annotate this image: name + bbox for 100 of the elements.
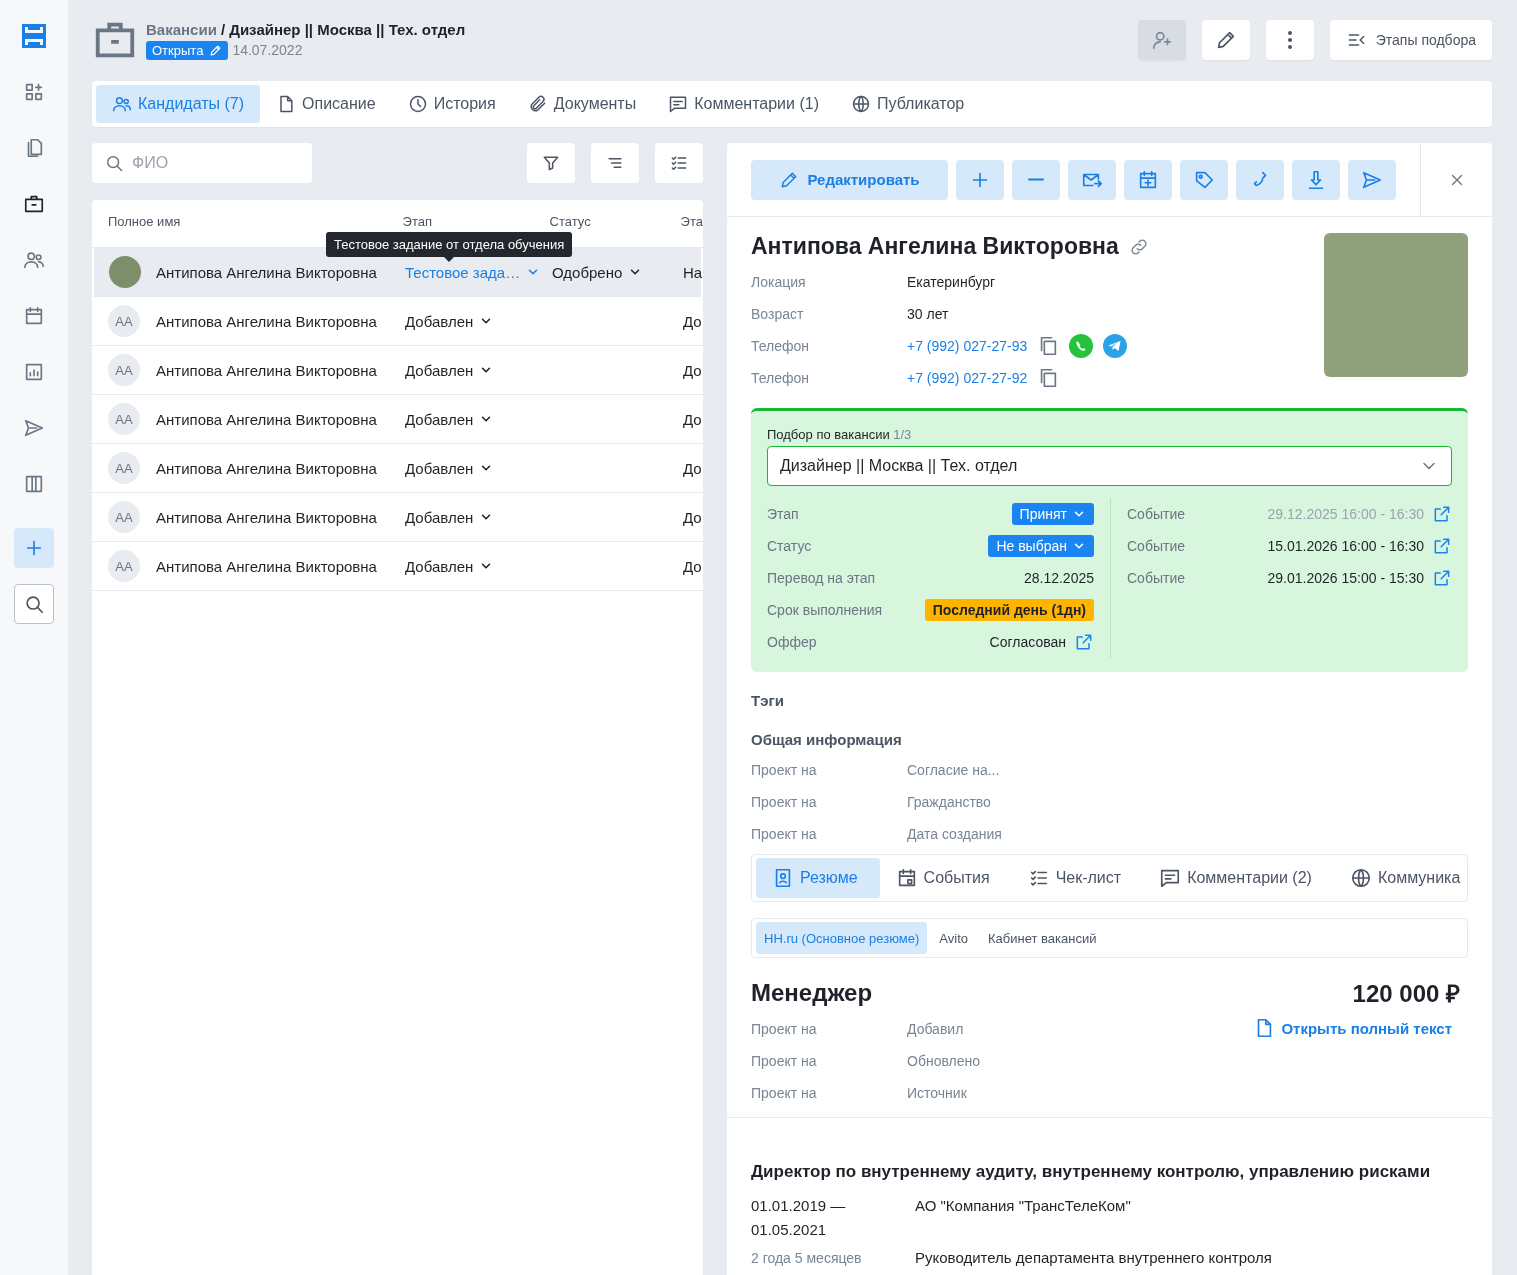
messenger-icon[interactable]	[1069, 334, 1094, 358]
job-duration: 2 года 5 месяцев	[751, 1249, 863, 1268]
person-plus-icon	[1150, 29, 1173, 51]
tab[interactable]: Комментарии (2)	[1143, 858, 1334, 898]
stage-dropdown[interactable]: Добавлен	[405, 312, 494, 330]
stage-dropdown[interactable]: Добавлен	[405, 361, 494, 379]
event-time: 29.12.2025 16:00 - 16:30	[1267, 506, 1424, 522]
tab[interactable]: Коммуника	[1333, 858, 1467, 898]
info-value: Согласие на...	[907, 762, 1000, 778]
table-cell: До	[683, 312, 702, 330]
chat-icon	[668, 94, 689, 114]
chat-icon	[1159, 867, 1182, 889]
table-row[interactable]: АА Антипова Ангелина Викторовна Добавлен До	[92, 493, 703, 542]
source-tab[interactable]: Кабинет вакансий	[980, 922, 1105, 954]
table-row[interactable]: АА Антипова Ангелина Викторовна Добавлен До	[92, 395, 703, 444]
more-icon	[1287, 31, 1292, 49]
send-button[interactable]	[1348, 159, 1396, 200]
tab[interactable]: Описание	[260, 85, 392, 123]
section-title: Тэги	[751, 692, 785, 709]
table-cell: До	[683, 508, 702, 526]
plus-button[interactable]	[956, 159, 1004, 200]
event-time: 29.01.2026 15:00 - 15:30	[1267, 570, 1424, 586]
search-button[interactable]	[14, 584, 54, 624]
paper-plane-icon[interactable]	[1103, 334, 1128, 358]
avatar-initials: АА	[108, 452, 140, 484]
stage-dropdown[interactable]: Добавлен	[405, 410, 494, 428]
source-tab[interactable]: Avito	[931, 922, 976, 954]
search-field[interactable]: ФИО	[92, 143, 312, 183]
vacancy-title: / Дизайнер || Москва || Тех. отдел	[220, 20, 466, 38]
phone-button[interactable]	[1236, 159, 1284, 200]
stage-dropdown[interactable]: Не выбран	[988, 535, 1094, 557]
candidate-name: Антипова Ангелина Викторовна	[156, 312, 378, 330]
table-row[interactable]: АА Антипова Ангелина Викторовна Добавлен До	[92, 444, 703, 493]
tab[interactable]: Комментарии (1)	[652, 85, 835, 123]
add-person-button[interactable]	[1137, 20, 1186, 60]
phone-link[interactable]: +7 (992) 027-27-92	[907, 370, 1028, 386]
add-button[interactable]	[14, 528, 54, 568]
candidate-name: Антипова Ангелина Викторовна	[156, 361, 378, 379]
detail-value: 28.12.2025	[1023, 570, 1094, 586]
stage-dropdown[interactable]: Добавлен	[405, 557, 494, 575]
calendar-icon	[23, 305, 45, 327]
edit-button[interactable]	[1201, 20, 1250, 60]
vacancy-select[interactable]: Дизайнер || Москва || Тех. отдел	[767, 446, 1452, 486]
vacancy-date: 14.07.2022	[232, 42, 303, 58]
calendar-plus-button[interactable]	[1124, 159, 1172, 200]
table-row[interactable]: АА Антипова Ангелина Викторовна Добавлен До	[92, 542, 703, 591]
column-header: Полное имя	[107, 214, 182, 229]
info-value: Обновлено	[907, 1053, 980, 1069]
sort-button[interactable]	[591, 143, 639, 183]
chart-icon	[23, 361, 45, 383]
envelope-arrow-button[interactable]	[1068, 159, 1116, 200]
table-row[interactable]: АА Антипова Ангелина Викторовна Добавлен До	[92, 346, 703, 395]
candidate-name: Антипова Ангелина Викторовна	[156, 459, 378, 477]
candidate-name: Антипова Ангелина Викторовна	[156, 410, 378, 428]
tab[interactable]: Документы	[511, 85, 653, 123]
stage-dropdown[interactable]: Добавлен	[405, 508, 494, 526]
table-cell: До	[683, 410, 702, 428]
open-full-text-link[interactable]: Открыть полный текст	[1253, 1017, 1452, 1039]
filter-button[interactable]	[527, 143, 575, 183]
breadcrumb-link[interactable]: Вакансии	[146, 20, 217, 38]
field-label: Возраст	[751, 306, 805, 322]
checklist-icon	[669, 153, 689, 173]
tag-button[interactable]	[1180, 159, 1228, 200]
avatar-initials: АА	[108, 550, 140, 582]
stage-dropdown[interactable]: Добавлен	[405, 459, 494, 477]
phone-link[interactable]: +7 (992) 027-27-93	[907, 338, 1028, 354]
detail-value: Согласован	[989, 634, 1066, 650]
tab[interactable]: История	[391, 85, 512, 123]
globe-icon	[1349, 867, 1372, 889]
external-link-icon	[1432, 504, 1452, 524]
calendar-plus-icon	[1137, 168, 1159, 191]
avatar-initials: АА	[108, 354, 140, 386]
field-label: Телефон	[751, 370, 811, 386]
candidate-name: Антипова Ангелина Викторовна	[156, 557, 378, 575]
minus-button[interactable]	[1012, 159, 1060, 200]
status-badge[interactable]: Открыта	[146, 40, 229, 60]
stages-button[interactable]: Этапы подбора	[1329, 20, 1492, 60]
detail-label: Этап	[767, 506, 799, 522]
checklist-button[interactable]	[655, 143, 703, 183]
info-label: Проект на	[751, 1053, 818, 1069]
tab[interactable]: Чек-лист	[1011, 858, 1144, 898]
status-dropdown[interactable]: Одобрено	[552, 263, 643, 281]
external-link-icon	[1074, 632, 1094, 652]
candidate-name: Антипова Ангелина Викторовна	[751, 233, 1119, 260]
company-name: АО "Компания "ТрансТелеКом"	[915, 1196, 1131, 1216]
stage-dropdown[interactable]: Принят	[1011, 503, 1094, 525]
people-icon	[112, 94, 132, 114]
event-label: Событие	[1127, 538, 1185, 554]
search-icon	[23, 593, 45, 615]
table-row[interactable]: АА Антипова Ангелина Викторовна Добавлен До	[92, 297, 703, 346]
download-button[interactable]	[1292, 159, 1340, 200]
filter-icon	[541, 153, 561, 173]
link-icon[interactable]	[1128, 236, 1149, 257]
tab[interactable]: Публикатор	[835, 85, 981, 123]
info-value: Гражданство	[907, 794, 991, 810]
tooltip: Тестовое задание от отдела обучения	[326, 232, 573, 262]
salary: 120 000 ₽	[1352, 979, 1460, 1009]
tab[interactable]: События	[879, 858, 1012, 898]
job-period: 01.01.2019 — 01.05.2021	[751, 1196, 847, 1240]
info-label: Проект на	[751, 1021, 818, 1037]
